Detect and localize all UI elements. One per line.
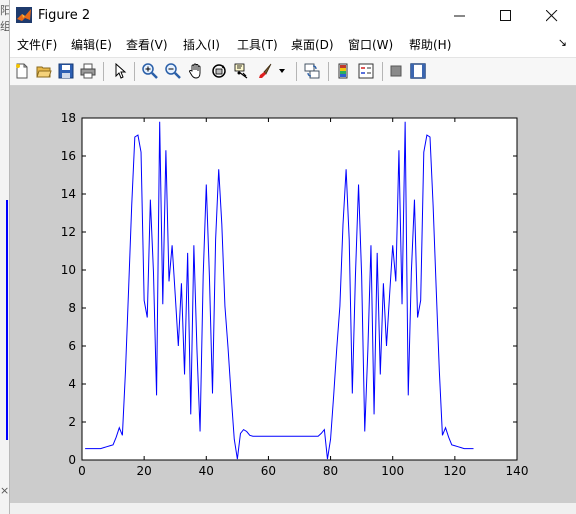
- hide-plot-tools-icon: [390, 65, 402, 77]
- new-figure-icon: [16, 63, 28, 79]
- open-file-icon: [36, 66, 52, 78]
- background-window-text: ×: [0, 484, 10, 497]
- pointer-icon: [115, 63, 127, 79]
- menu-file[interactable]: 文件(F): [17, 36, 57, 53]
- pointer-button[interactable]: [110, 61, 130, 81]
- maximize-button[interactable]: [483, 0, 529, 31]
- save-button[interactable]: [56, 61, 76, 81]
- dock-arrow-icon[interactable]: ↘: [558, 36, 567, 49]
- show-plot-tools-icon: [410, 63, 426, 79]
- y-tick-label: 18: [61, 111, 76, 125]
- x-tick-label: 80: [323, 464, 338, 478]
- maximize-icon: [500, 10, 511, 21]
- matlab-logo-icon: [16, 7, 32, 23]
- link-plot-icon: [304, 63, 320, 79]
- x-tick-label: 0: [78, 464, 86, 478]
- brush-dropdown-button[interactable]: [276, 61, 286, 81]
- y-tick-label: 6: [68, 339, 76, 353]
- pan-hand-icon: [189, 63, 201, 79]
- x-tick-label: 140: [506, 464, 529, 478]
- y-tick-label: 4: [68, 377, 76, 391]
- toolbar-separator: [296, 62, 297, 81]
- x-tick-label: 20: [137, 464, 152, 478]
- show-plot-tools-button[interactable]: [408, 61, 428, 81]
- zoom-out-icon: [165, 63, 181, 79]
- menu-help[interactable]: 帮助(H): [409, 36, 451, 53]
- y-tick-label: 0: [68, 453, 76, 467]
- toolbar-separator: [328, 62, 329, 81]
- x-tick-label: 100: [381, 464, 404, 478]
- y-tick-label: 8: [68, 301, 76, 315]
- minimize-icon: [454, 15, 465, 17]
- colorbar-button[interactable]: [333, 61, 353, 81]
- figure-toolbar: [10, 57, 576, 86]
- menu-desktop[interactable]: 桌面(D): [291, 36, 334, 53]
- axes-box[interactable]: [81, 117, 518, 461]
- zoom-in-icon: [142, 63, 158, 79]
- minimize-button[interactable]: [437, 0, 483, 31]
- print-icon: [80, 63, 96, 79]
- x-tick-label: 120: [443, 464, 466, 478]
- window-bottom-border: [10, 503, 576, 514]
- y-tick-label: 10: [61, 263, 76, 277]
- toolbar-separator: [103, 62, 104, 81]
- open-file-button[interactable]: [34, 61, 54, 81]
- y-tick-label: 2: [68, 415, 76, 429]
- menu-bar: 文件(F) 编辑(E) 查看(V) 插入(I) 工具(T) 桌面(D) 窗口(W…: [10, 32, 576, 56]
- data-cursor-button[interactable]: [232, 61, 252, 81]
- brush-icon: [259, 63, 272, 78]
- rotate-3d-icon: [212, 64, 226, 78]
- x-tick-label: 40: [199, 464, 214, 478]
- figure-window: Figure 2 文件(F) 编辑(E) 查看(V) 插入(I) 工具(T) 桌…: [9, 0, 576, 514]
- toolbar-separator: [134, 62, 135, 81]
- menu-insert[interactable]: 插入(I): [183, 36, 220, 53]
- new-figure-button[interactable]: [12, 61, 32, 81]
- y-tick-label: 12: [61, 225, 76, 239]
- data-cursor-icon: [234, 63, 248, 79]
- title-bar[interactable]: Figure 2: [10, 0, 576, 31]
- hide-plot-tools-button[interactable]: [386, 61, 406, 81]
- brush-dropdown-icon: [279, 69, 285, 73]
- menu-tools[interactable]: 工具(T): [237, 36, 278, 53]
- menu-view[interactable]: 查看(V): [126, 36, 168, 53]
- brush-button[interactable]: [255, 61, 275, 81]
- toolbar-separator: [382, 62, 383, 81]
- background-plot-line: [6, 200, 8, 440]
- x-tick-label: 60: [261, 464, 276, 478]
- close-button[interactable]: [529, 0, 575, 31]
- zoom-in-button[interactable]: [140, 61, 160, 81]
- menu-edit[interactable]: 编辑(E): [71, 36, 112, 53]
- colorbar-icon: [338, 63, 348, 79]
- legend-button[interactable]: [356, 61, 376, 81]
- y-tick-label: 14: [61, 187, 76, 201]
- rotate-3d-button[interactable]: [209, 61, 229, 81]
- save-icon: [58, 63, 74, 79]
- window-title: Figure 2: [38, 8, 91, 23]
- plot-svg: 0 20 40 60 80 100 120 140 0 2 4 6 8 10 12 14 16 18: [61, 111, 529, 478]
- y-tick-label: 16: [61, 149, 76, 163]
- figure-canvas: 0 20 40 60 80 100 120 140 0 2 4 6 8 10 12 14 16 18: [10, 86, 576, 503]
- print-button[interactable]: [78, 61, 98, 81]
- pan-button[interactable]: [186, 61, 206, 81]
- legend-icon: [358, 63, 374, 79]
- link-plot-button[interactable]: [302, 61, 322, 81]
- close-icon: [546, 10, 558, 22]
- zoom-out-button[interactable]: [163, 61, 183, 81]
- menu-window[interactable]: 窗口(W): [348, 36, 393, 53]
